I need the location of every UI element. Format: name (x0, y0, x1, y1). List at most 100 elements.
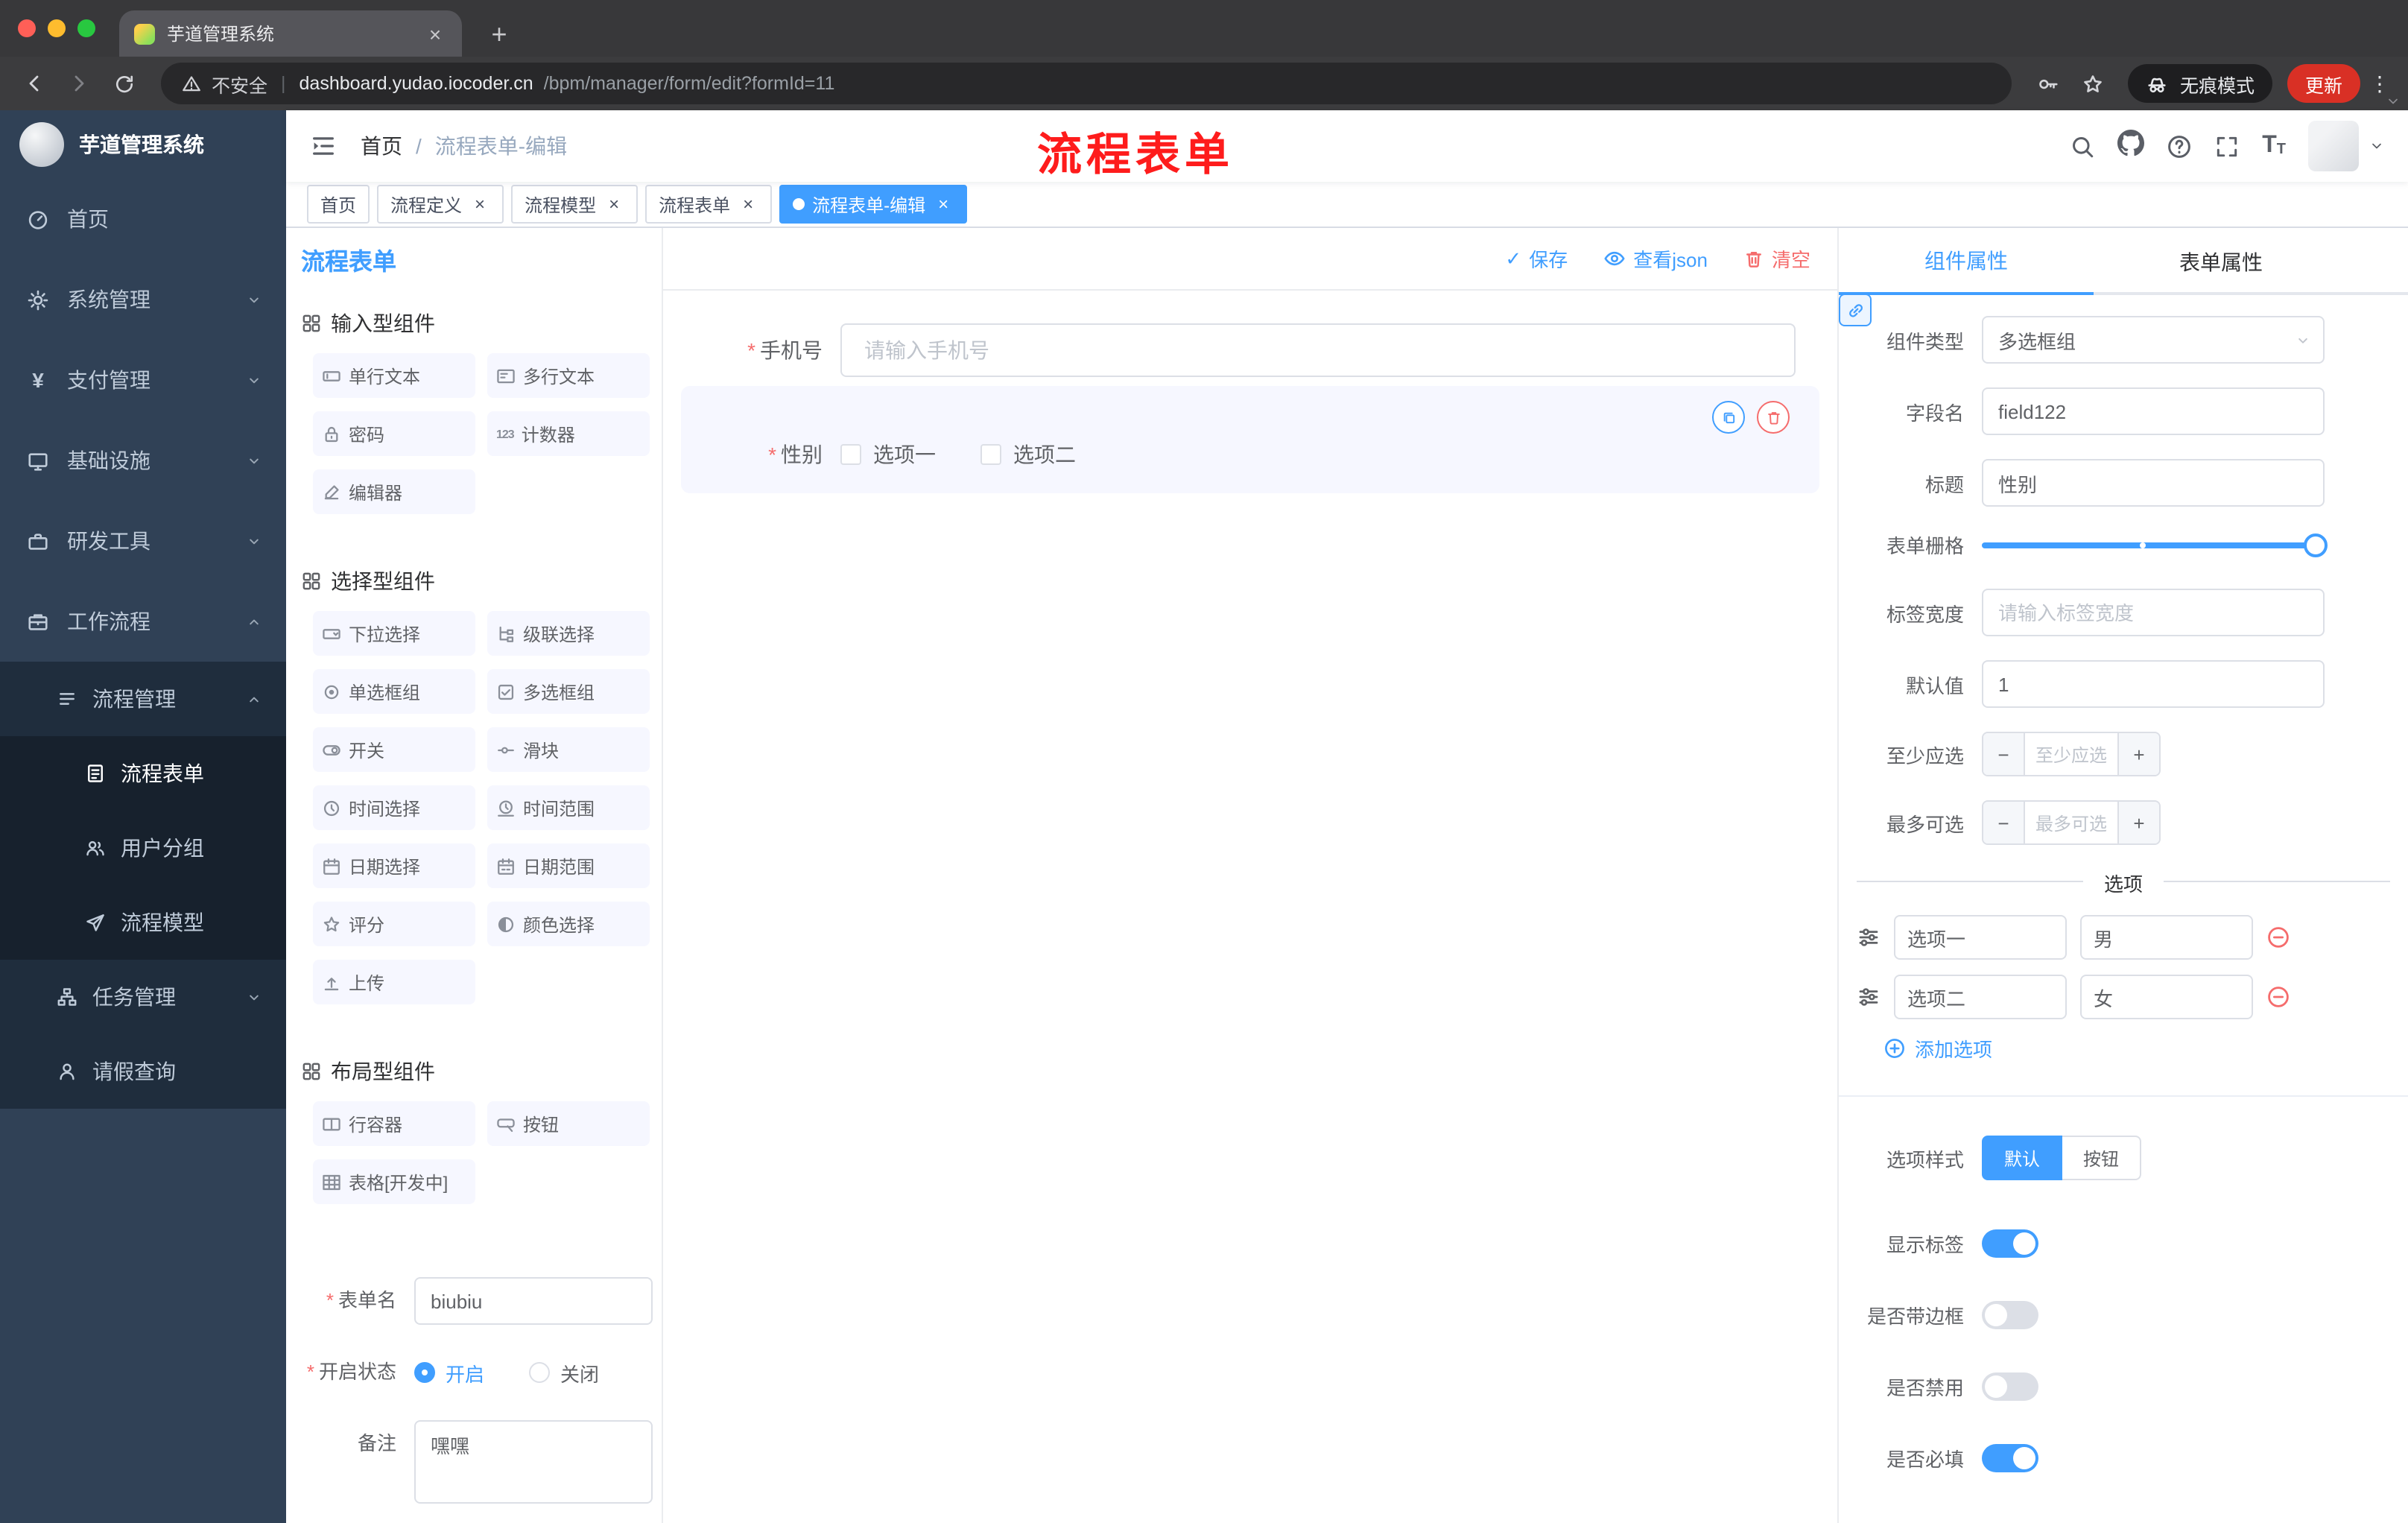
hamburger-icon[interactable] (310, 133, 337, 159)
copy-widget-button[interactable] (1712, 401, 1745, 434)
sidebar-item-devtools[interactable]: 研发工具 (0, 501, 286, 581)
palette-item-time[interactable]: 时间选择 (313, 785, 475, 830)
fullscreen-icon[interactable] (2214, 133, 2240, 159)
palette-item-slider[interactable]: 滑块 (487, 727, 650, 772)
title-input[interactable] (1982, 459, 2325, 507)
sidebar-item-process-model[interactable]: 流程模型 (0, 885, 286, 960)
sidebar-item-leave-query[interactable]: 请假查询 (0, 1034, 286, 1109)
tag-process-form-edit[interactable]: 流程表单-编辑 × (779, 185, 968, 224)
sidebar-item-process-form[interactable]: 流程表单 (0, 736, 286, 811)
search-icon[interactable] (2070, 133, 2095, 159)
sidebar-item-system[interactable]: 系统管理 (0, 259, 286, 340)
view-json-button[interactable]: 查看json (1603, 244, 1708, 273)
avatar[interactable] (2308, 121, 2359, 171)
default-value-input[interactable] (1982, 660, 2325, 708)
stepper-decrease-button[interactable]: − (1983, 802, 2025, 843)
label-width-input[interactable] (1982, 589, 2325, 636)
show-label-switch[interactable] (1982, 1229, 2038, 1258)
tag-close-icon[interactable]: × (738, 194, 758, 215)
sidebar-item-process-mgmt[interactable]: 流程管理 (0, 662, 286, 736)
palette-item-color[interactable]: 颜色选择 (487, 902, 650, 946)
font-size-icon[interactable]: TT (2262, 133, 2286, 158)
palette-item-radio-group[interactable]: 单选框组 (313, 669, 475, 714)
palette-item-checkbox-group[interactable]: 多选框组 (487, 669, 650, 714)
palette-item-cascader[interactable]: 级联选择 (487, 611, 650, 656)
form-remark-textarea[interactable]: 嘿嘿 (414, 1420, 653, 1504)
sidebar-item-home[interactable]: 首页 (0, 179, 286, 259)
browser-tab[interactable]: 芋道管理系统 × (119, 10, 462, 57)
option-label-input[interactable] (1894, 915, 2067, 960)
palette-item-button[interactable]: 按钮 (487, 1101, 650, 1146)
canvas-field-phone[interactable]: * 手机号 (681, 323, 1819, 377)
address-bar[interactable]: 不安全 | dashboard.yudao.iocoder.cn /bpm/ma… (161, 63, 2012, 104)
style-default-button[interactable]: 默认 (1982, 1136, 2063, 1180)
palette-item-row-container[interactable]: 行容器 (313, 1101, 475, 1146)
stepper-value[interactable]: 至少应选 (2025, 733, 2117, 775)
palette-item-date[interactable]: 日期选择 (313, 843, 475, 888)
required-switch[interactable] (1982, 1444, 2038, 1472)
palette-item-switch[interactable]: 开关 (313, 727, 475, 772)
clear-button[interactable]: 清空 (1743, 244, 1810, 273)
forward-icon[interactable] (60, 64, 98, 103)
drag-handle-icon[interactable] (1857, 985, 1881, 1009)
minimize-window-button[interactable] (48, 19, 66, 37)
tab-form-props[interactable]: 表单属性 (2094, 228, 2348, 295)
palette-item-counter[interactable]: 123 计数器 (487, 411, 650, 456)
maximize-window-button[interactable] (77, 19, 95, 37)
avatar-caret-icon[interactable] (2369, 139, 2384, 153)
tab-component-props[interactable]: 组件属性 (1839, 228, 2094, 295)
option-label-input[interactable] (1894, 975, 2067, 1019)
style-button-button[interactable]: 按钮 (2062, 1136, 2142, 1180)
tag-home[interactable]: 首页 (307, 185, 370, 224)
slider-handle[interactable] (2304, 533, 2328, 557)
radio-status-off[interactable]: 关闭 (529, 1358, 599, 1387)
form-name-input[interactable] (414, 1277, 653, 1325)
browser-menu-icon[interactable]: ⋮ (2366, 71, 2393, 96)
option-value-input[interactable] (2080, 915, 2253, 960)
bookmark-star-icon[interactable] (2074, 64, 2113, 103)
delete-widget-button[interactable] (1757, 401, 1790, 434)
reload-icon[interactable] (104, 64, 143, 103)
component-type-select[interactable]: 多选框组 (1982, 316, 2325, 364)
sidebar-item-infra[interactable]: 基础设施 (0, 420, 286, 501)
stepper-value[interactable]: 最多可选 (2025, 802, 2117, 843)
palette-item-upload[interactable]: 上传 (313, 960, 475, 1004)
palette-item-rate[interactable]: 评分 (313, 902, 475, 946)
disabled-switch[interactable] (1982, 1372, 2038, 1401)
sidebar-item-user-group[interactable]: 用户分组 (0, 811, 286, 885)
selected-widget-gender[interactable]: * 性别 选项一 选项二 (681, 386, 1819, 493)
palette-item-editor[interactable]: 编辑器 (313, 469, 475, 514)
palette-item-table[interactable]: 表格[开发中] (313, 1159, 475, 1204)
update-button[interactable]: 更新 (2287, 64, 2360, 103)
tag-close-icon[interactable]: × (933, 194, 954, 215)
back-icon[interactable] (15, 64, 54, 103)
chevron-down-icon[interactable] (2386, 94, 2401, 109)
palette-item-time-range[interactable]: 时间范围 (487, 785, 650, 830)
palette-item-password[interactable]: 密码 (313, 411, 475, 456)
palette-item-multi-text[interactable]: 多行文本 (487, 353, 650, 398)
breadcrumb-home[interactable]: 首页 (361, 131, 402, 161)
tag-process-definition[interactable]: 流程定义 × (377, 185, 504, 224)
password-key-icon[interactable] (2030, 64, 2068, 103)
github-icon[interactable] (2117, 129, 2145, 163)
tag-close-icon[interactable]: × (603, 194, 624, 215)
help-icon[interactable] (2167, 133, 2192, 159)
checkbox-option-1[interactable]: 选项一 (840, 440, 936, 469)
stepper-increase-button[interactable]: + (2117, 733, 2159, 775)
palette-item-single-text[interactable]: 单行文本 (313, 353, 475, 398)
drag-handle-icon[interactable] (1857, 925, 1881, 949)
sidebar-logo[interactable]: 芋道管理系统 (0, 110, 286, 179)
option-value-input[interactable] (2080, 975, 2253, 1019)
add-option-button[interactable]: 添加选项 (1883, 1034, 2408, 1063)
save-button[interactable]: ✓ 保存 (1505, 244, 1568, 273)
close-window-button[interactable] (18, 19, 36, 37)
sidebar-item-payment[interactable]: ¥ 支付管理 (0, 340, 286, 420)
tag-close-icon[interactable]: × (469, 194, 490, 215)
grid-slider[interactable] (1982, 533, 2328, 557)
palette-item-date-range[interactable]: 日期范围 (487, 843, 650, 888)
border-switch[interactable] (1982, 1301, 2038, 1329)
tag-process-form[interactable]: 流程表单 × (645, 185, 773, 224)
tag-process-model[interactable]: 流程模型 × (511, 185, 639, 224)
remove-option-icon[interactable] (2266, 925, 2290, 949)
tab-close-icon[interactable]: × (423, 22, 447, 45)
